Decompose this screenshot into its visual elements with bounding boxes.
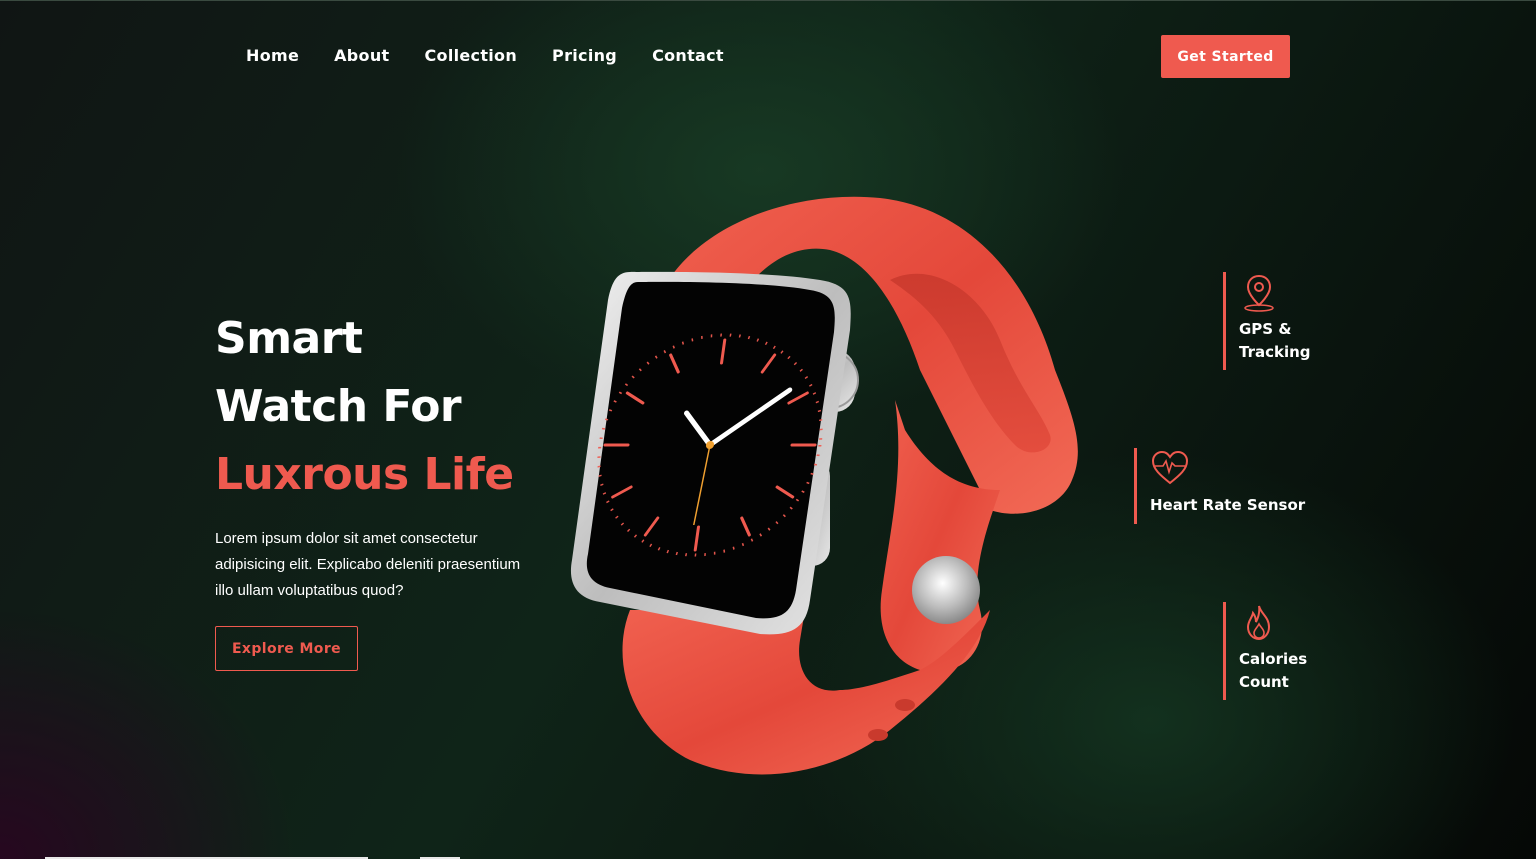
feature-label: Calories — [1239, 650, 1308, 668]
flame-icon — [1246, 605, 1271, 641]
top-divider — [0, 0, 1536, 1]
smartwatch-image — [570, 196, 1078, 775]
feature-calories: Calories Count — [1223, 602, 1333, 700]
heart-rate-icon — [1151, 450, 1189, 485]
hero-title-accent: Luxrous Life — [215, 449, 514, 500]
hero-description: Lorem ipsum dolor sit amet consectetur a… — [215, 530, 521, 599]
watch-screen — [586, 281, 835, 619]
feature-label: Count — [1239, 673, 1289, 691]
hero-title: Smart Watch For Luxrous Life — [215, 305, 514, 509]
band-hole — [868, 729, 888, 741]
nav-collection[interactable]: Collection — [424, 38, 517, 74]
feature-gps-tracking: GPS & Tracking — [1223, 272, 1333, 370]
feature-heart-rate: Heart Rate Sensor — [1134, 448, 1314, 524]
get-started-button[interactable]: Get Started — [1161, 35, 1290, 78]
band-hole — [895, 699, 915, 711]
nav-home[interactable]: Home — [246, 38, 299, 74]
feature-label: Heart Rate Sensor — [1150, 496, 1306, 514]
nav-about[interactable]: About — [334, 38, 389, 74]
map-pin-icon — [1244, 274, 1274, 312]
band-pin — [912, 556, 980, 624]
hero-title-line1: Smart — [215, 313, 363, 364]
feature-label: Tracking — [1239, 343, 1311, 361]
hero-title-line2: Watch For — [215, 381, 462, 432]
feature-label: GPS & — [1239, 320, 1292, 338]
main-nav: Home About Collection Pricing Contact — [246, 38, 724, 74]
nav-pricing[interactable]: Pricing — [552, 38, 617, 74]
nav-contact[interactable]: Contact — [652, 38, 724, 74]
explore-more-button[interactable]: Explore More — [215, 626, 358, 671]
